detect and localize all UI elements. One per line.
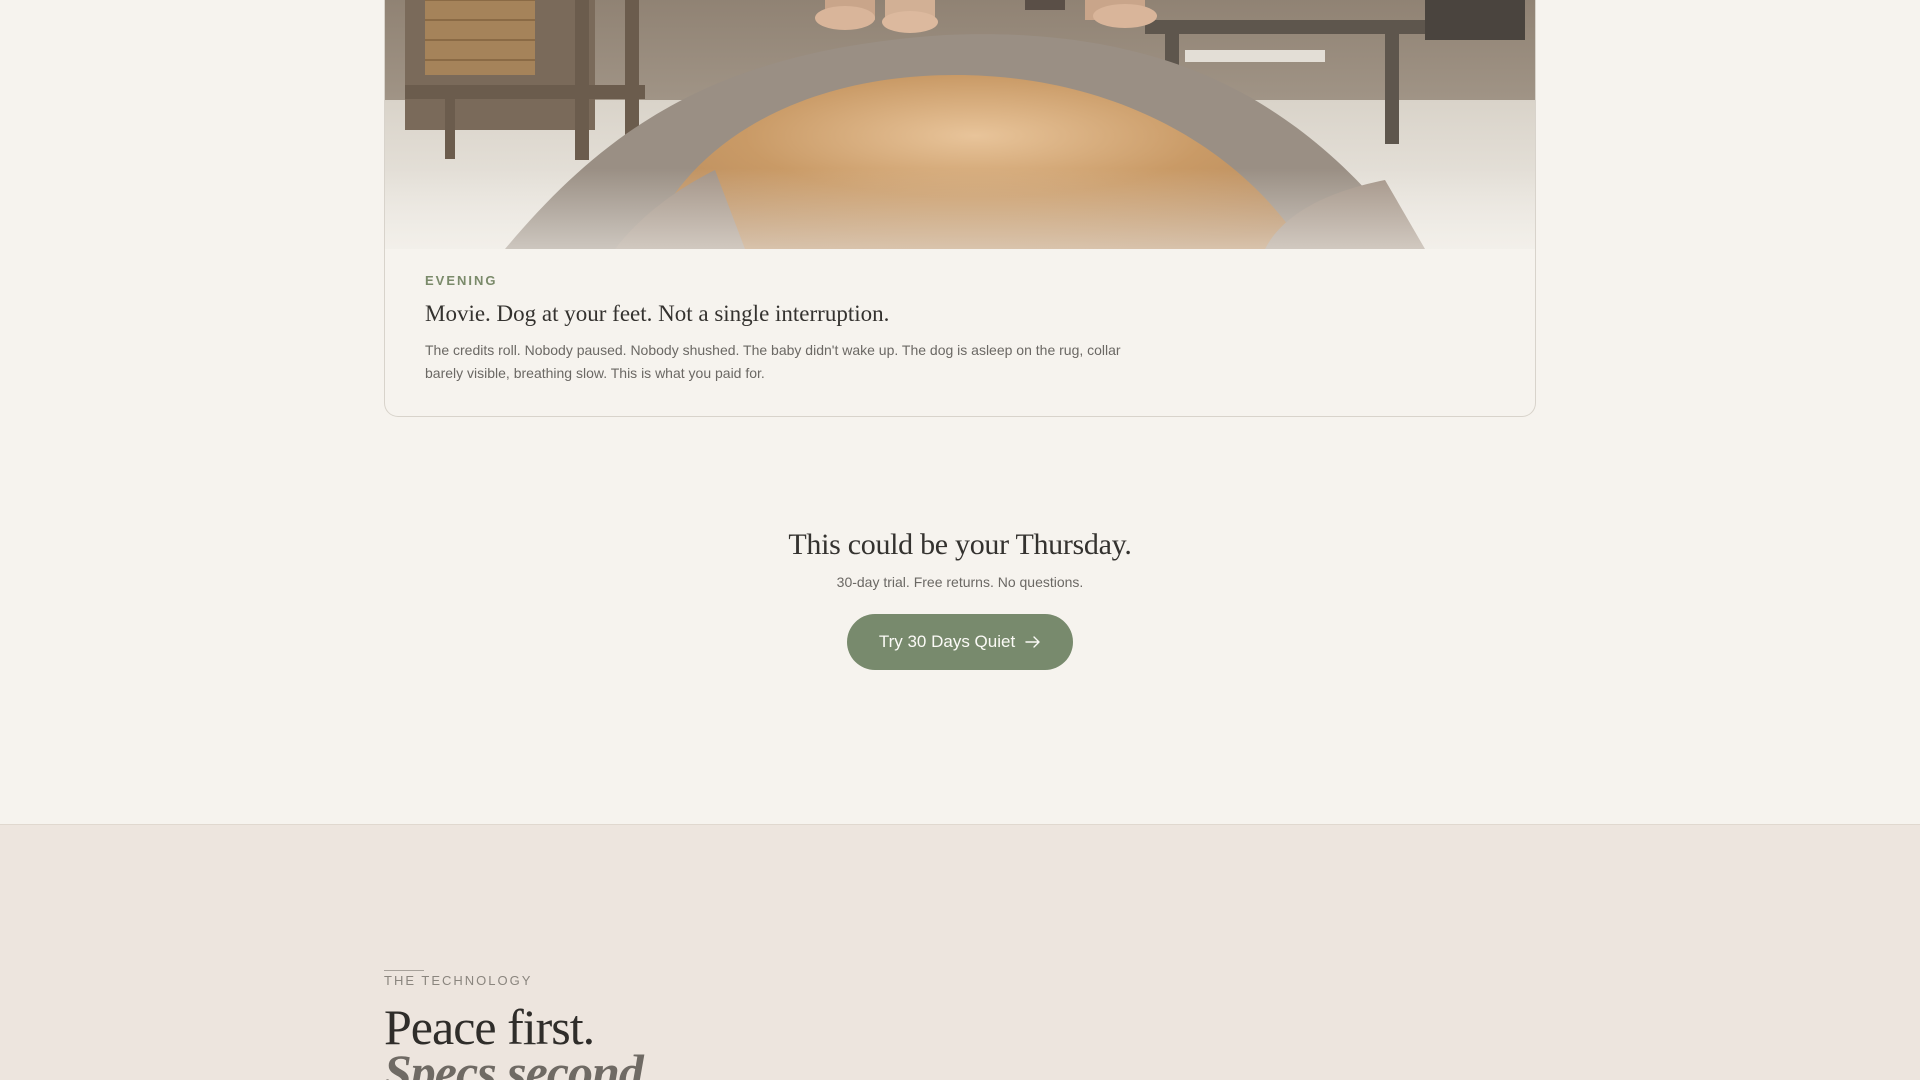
arrow-right-icon bbox=[1025, 636, 1040, 648]
cta-title: This could be your Thursday. bbox=[788, 528, 1132, 561]
cta-section: This could be your Thursday. 30-day tria… bbox=[0, 528, 1920, 670]
story-title: Movie. Dog at your feet. Not a single in… bbox=[425, 301, 890, 326]
photo-illustration bbox=[385, 0, 1535, 249]
story-description: The credits roll. Nobody paused. Nobody … bbox=[425, 342, 1121, 381]
page: EVENING Movie. Dog at your feet. Not a s… bbox=[0, 0, 1920, 1080]
living-room-dog-photo bbox=[385, 0, 1535, 249]
story-body: EVENING Movie. Dog at your feet. Not a s… bbox=[425, 273, 1145, 385]
story-eyebrow: EVENING bbox=[425, 273, 498, 288]
story-card: EVENING Movie. Dog at your feet. Not a s… bbox=[384, 0, 1536, 417]
technology-eyebrow: THE TECHNOLOGY bbox=[384, 973, 533, 988]
cta-button-label: Try 30 Days Quiet bbox=[878, 632, 1016, 651]
technology-heading-italic: Specs second. bbox=[384, 1044, 655, 1080]
technology-section: THE TECHNOLOGY Peace first. Specs second… bbox=[0, 824, 1920, 1080]
try-30-days-button[interactable]: Try 30 Days Quiet bbox=[846, 614, 1074, 670]
section-rule bbox=[384, 970, 424, 971]
cta-subtitle: 30-day trial. Free returns. No questions… bbox=[836, 574, 1084, 590]
